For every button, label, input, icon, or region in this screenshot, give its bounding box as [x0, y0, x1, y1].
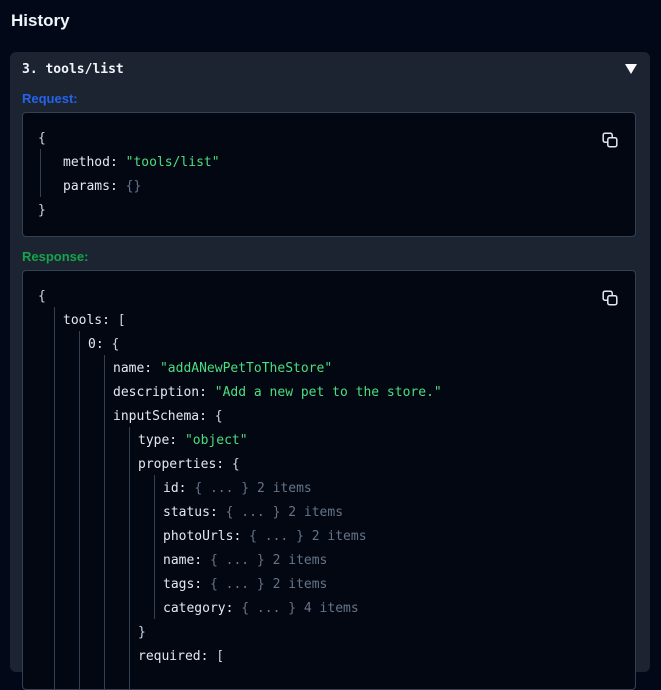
- code-line: properties: {: [138, 457, 240, 472]
- entry-title[interactable]: 3. tools/list: [22, 62, 124, 77]
- indent-guide: [129, 427, 130, 689]
- code-line: }: [38, 203, 46, 218]
- indent-guide: [154, 475, 155, 619]
- indent-guide: [79, 331, 80, 689]
- item-count: 2 items: [272, 553, 328, 568]
- property-row[interactable]: tags: { ... } 2 items: [163, 573, 327, 597]
- json-string: "Add a new pet to the store.": [214, 385, 442, 400]
- indent-guide: [54, 307, 55, 689]
- item-count: 4 items: [303, 601, 359, 616]
- request-code-block: { method: "tools/list" params: {} }: [22, 112, 636, 237]
- item-count: 2 items: [272, 577, 328, 592]
- code-line: name: "addANewPetToTheStore": [113, 357, 332, 381]
- request-label: Request:: [22, 91, 78, 106]
- property-row[interactable]: category: { ... } 4 items: [163, 597, 359, 621]
- json-key: params:: [63, 179, 118, 194]
- indent-guide: [104, 355, 105, 689]
- json-key: tags:: [163, 577, 203, 592]
- triangle-down-icon[interactable]: [625, 64, 637, 74]
- code-line: required: [: [138, 649, 225, 664]
- json-key: tools:: [63, 313, 110, 328]
- code-line: inputSchema: {: [113, 409, 223, 424]
- json-collapsed: { ... }: [241, 601, 297, 616]
- code-line: method: "tools/list": [63, 151, 220, 175]
- json-collapsed: { ... }: [225, 505, 281, 520]
- json-collapsed: { ... }: [209, 577, 265, 592]
- json-key: inputSchema:: [113, 409, 207, 424]
- json-key: photoUrls:: [163, 529, 242, 544]
- json-key: type:: [138, 433, 178, 448]
- json-collapsed: { ... }: [249, 529, 304, 544]
- property-row[interactable]: name: { ... } 2 items: [163, 549, 327, 573]
- code-line: type: "object": [138, 429, 248, 453]
- json-collapsed: { ... }: [194, 481, 250, 496]
- json-collapsed: { ... }: [209, 553, 265, 568]
- property-row[interactable]: id: { ... } 2 items: [163, 477, 312, 501]
- item-count: 2 items: [311, 529, 367, 544]
- item-count: 2 items: [288, 505, 344, 520]
- code-line: 0: {: [88, 337, 120, 352]
- code-line: {: [38, 289, 46, 304]
- json-key: method:: [63, 155, 118, 170]
- json-string: "tools/list": [125, 155, 220, 170]
- code-line: params: {}: [63, 175, 141, 199]
- json-string: "object": [184, 433, 248, 448]
- json-key: 0:: [88, 337, 104, 352]
- response-label: Response:: [22, 249, 89, 264]
- code-line: {: [38, 131, 46, 146]
- code-line: }: [138, 625, 146, 640]
- property-row[interactable]: photoUrls: { ... } 2 items: [163, 525, 367, 549]
- json-key: description:: [113, 385, 207, 400]
- json-key: name:: [113, 361, 153, 376]
- json-key: required:: [138, 649, 209, 664]
- json-key: properties:: [138, 457, 225, 472]
- code-line: description: "Add a new pet to the store…: [113, 381, 442, 405]
- json-key: id:: [163, 481, 187, 496]
- item-count: 2 items: [256, 481, 312, 496]
- json-collapsed: {}: [125, 179, 142, 194]
- json-string: "addANewPetToTheStore": [159, 361, 333, 376]
- response-code-block: { tools: [ 0: { name: "addANewPetToTheSt…: [22, 270, 636, 690]
- history-entry: 3. tools/list Request: { method: "tools/…: [10, 52, 650, 690]
- json-key: category:: [163, 601, 234, 616]
- json-key: status:: [163, 505, 218, 520]
- indent-guide: [40, 149, 41, 197]
- json-key: name:: [163, 553, 203, 568]
- history-title: History: [11, 11, 70, 30]
- code-line: tools: [: [63, 313, 126, 328]
- property-row[interactable]: status: { ... } 2 items: [163, 501, 343, 525]
